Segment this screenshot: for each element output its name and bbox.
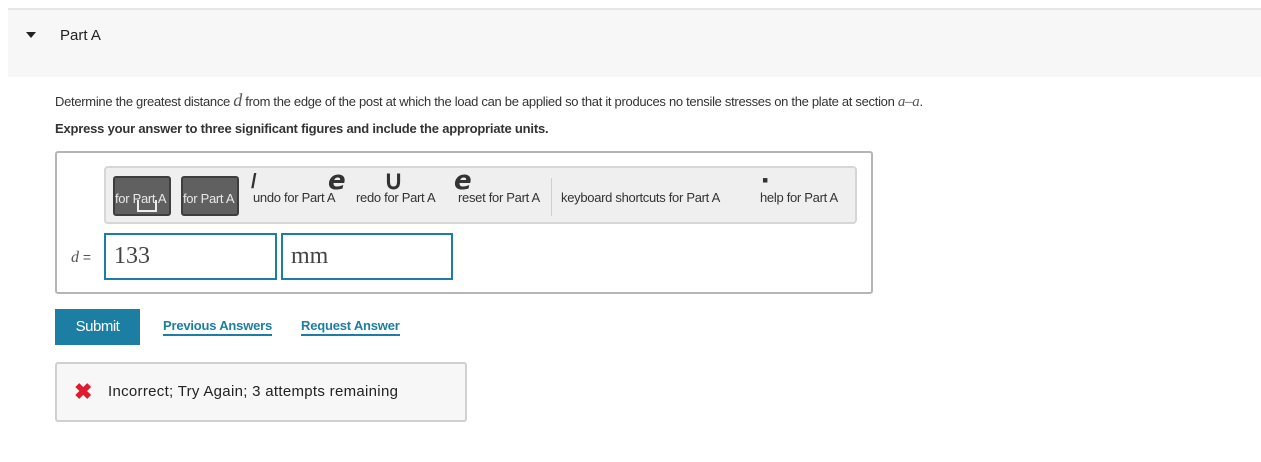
question-text: Determine the greatest distance d from t… bbox=[55, 90, 923, 111]
variable-d: d bbox=[233, 90, 242, 110]
answer-variable: d bbox=[71, 249, 79, 266]
help-button[interactable]: ▪ help for Part A bbox=[760, 170, 838, 205]
section-label: a–a bbox=[897, 94, 920, 110]
reset-icon: 𝙚 bbox=[454, 165, 472, 195]
request-answer-link[interactable]: Request Answer bbox=[301, 318, 400, 336]
templates-button[interactable]: for Part A bbox=[113, 176, 171, 216]
question-text-2: from the edge of the post at which the l… bbox=[241, 94, 898, 109]
part-header[interactable]: Part A bbox=[8, 10, 1261, 77]
math-toolbar: for Part A for Part A / undo for Part A … bbox=[104, 166, 857, 224]
question-text-1: Determine the greatest distance bbox=[55, 94, 234, 109]
feedback-message: Incorrect; Try Again; 3 attempts remaini… bbox=[108, 383, 399, 400]
keyboard-shortcuts-button[interactable]: keyboard shortcuts for Part A bbox=[561, 190, 720, 205]
undo-label: undo for Part A bbox=[253, 190, 336, 205]
collapse-caret-icon[interactable] bbox=[26, 32, 36, 38]
units-button-label: for Part A bbox=[183, 191, 235, 206]
question-text-3: . bbox=[919, 94, 923, 109]
keyboard-shortcuts-label: keyboard shortcuts for Part A bbox=[561, 190, 720, 205]
help-icon: ▪ bbox=[762, 170, 769, 190]
undo-icon: / bbox=[251, 171, 257, 193]
reset-button[interactable]: 𝙚 reset for Part A bbox=[454, 167, 540, 205]
equals-sign: = bbox=[82, 249, 92, 265]
undo-arrow-icon: 𝙚 bbox=[328, 165, 346, 195]
units-input[interactable]: mm bbox=[281, 233, 453, 280]
previous-answers-link[interactable]: Previous Answers bbox=[163, 318, 272, 336]
feedback-box: ✖ Incorrect; Try Again; 3 attempts remai… bbox=[55, 362, 467, 422]
templates-icon bbox=[137, 200, 157, 212]
undo-button[interactable]: / undo for Part A bbox=[251, 172, 336, 205]
help-label: help for Part A bbox=[760, 190, 838, 205]
answer-variable-label: d = bbox=[71, 249, 91, 267]
error-x-icon: ✖ bbox=[74, 379, 93, 404]
units-button[interactable]: for Part A bbox=[181, 176, 239, 216]
submit-button[interactable]: Submit bbox=[55, 309, 140, 345]
redo-button[interactable]: 𝙚 ∪ redo for Part A bbox=[328, 167, 436, 205]
part-title: Part A bbox=[60, 27, 101, 44]
value-input[interactable]: 133 bbox=[104, 233, 277, 280]
toolbar-separator bbox=[551, 178, 552, 216]
redo-icon: ∪ bbox=[384, 165, 403, 195]
instruction-text: Express your answer to three significant… bbox=[55, 121, 549, 136]
answer-box: for Part A for Part A / undo for Part A … bbox=[55, 151, 873, 294]
